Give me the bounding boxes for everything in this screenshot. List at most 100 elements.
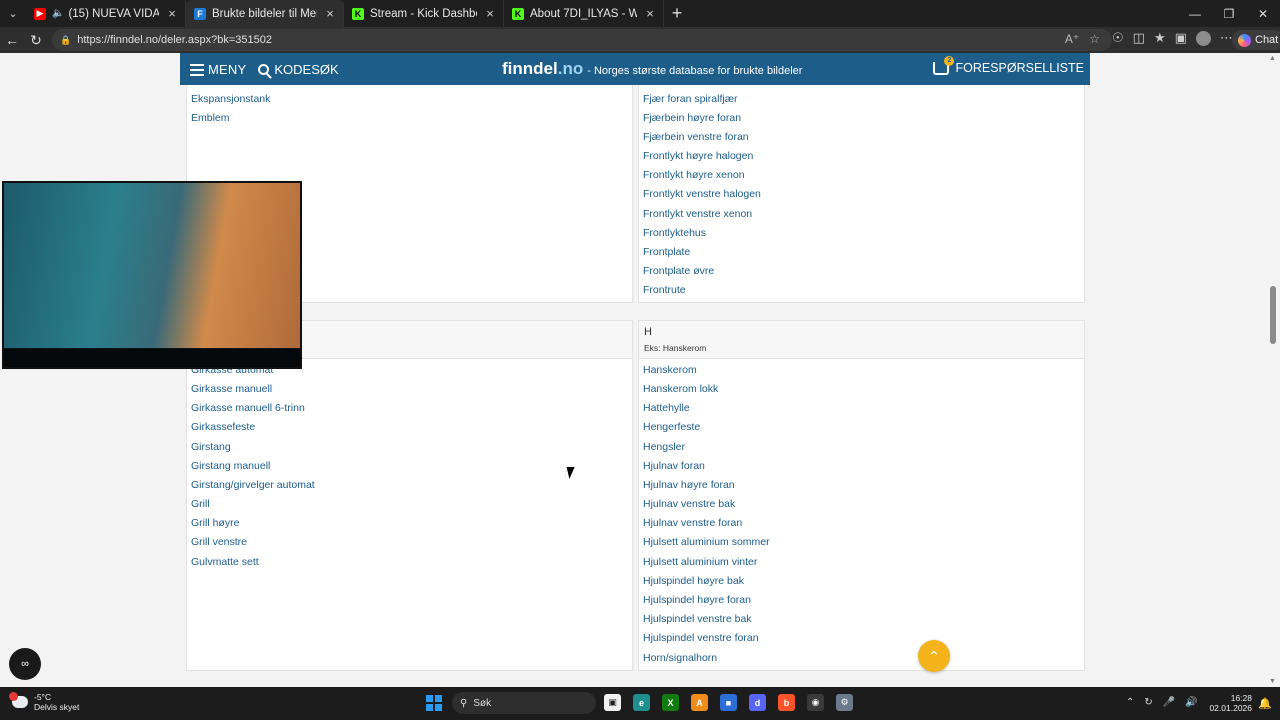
part-link[interactable]: Fjærbein venstre foran — [643, 131, 749, 143]
part-link[interactable]: Girstang — [191, 441, 231, 453]
part-link[interactable]: Frontrute — [643, 284, 686, 296]
youtube-icon: ▶ — [34, 7, 46, 20]
part-link[interactable]: Hjulspindel høyre bak — [643, 575, 744, 587]
read-aloud-icon[interactable]: A⁺ — [1065, 32, 1079, 46]
part-link[interactable]: Girstang/girvelger automat — [191, 479, 315, 491]
part-link[interactable]: Frontplate — [643, 246, 690, 258]
close-icon[interactable]: × — [483, 6, 497, 21]
more-menu-icon[interactable]: ⋯ — [1220, 30, 1233, 46]
part-link[interactable]: Frontplate øvre — [643, 265, 714, 277]
tray-sync-icon[interactable]: ↻ — [1144, 697, 1152, 708]
part-link[interactable]: Girstang manuell — [191, 460, 270, 472]
part-link[interactable]: Hjulsett aluminium sommer — [643, 536, 770, 548]
part-link[interactable]: Grill — [191, 498, 210, 510]
minimize-icon[interactable]: — — [1178, 0, 1212, 27]
store-icon[interactable]: ■ — [720, 694, 737, 711]
page-scrollbar[interactable]: ▲ ▼ — [1266, 53, 1280, 687]
part-link[interactable]: Frontlykt høyre xenon — [643, 169, 745, 181]
part-link[interactable]: Fjær foran spiralfjær — [643, 93, 738, 105]
part-link[interactable]: Hattehylle — [643, 402, 690, 414]
menu-button[interactable]: MENY — [190, 62, 246, 77]
lock-icon: 🔒 — [60, 34, 72, 45]
webcam-video — [4, 183, 300, 348]
favorites-icon[interactable]: ★ — [1154, 30, 1166, 46]
microphone-icon[interactable]: 🎤 — [1163, 697, 1175, 708]
part-link[interactable]: Hanskerom — [643, 364, 697, 376]
settings-gear-icon[interactable]: ⚙ — [836, 694, 853, 711]
obs-icon[interactable]: ◉ — [807, 694, 824, 711]
profile-avatar[interactable] — [1195, 30, 1211, 46]
part-link[interactable]: Grill venstre — [191, 536, 247, 548]
brave-icon[interactable]: b — [778, 694, 795, 711]
favorite-star-icon[interactable]: ☆ — [1089, 32, 1100, 46]
request-list-button[interactable]: 2 FORESPØRSELLISTE — [933, 55, 1084, 75]
refresh-icon[interactable]: ↻ — [24, 28, 48, 52]
tab-youtube[interactable]: ▶ 🔈 (15) NUEVA VIDA (Visualizer) × — [26, 0, 186, 27]
part-link[interactable]: Grill høyre — [191, 517, 239, 529]
part-link[interactable]: Frontlykt venstre xenon — [643, 208, 752, 220]
copilot-chat-button[interactable]: Chat — [1232, 30, 1280, 50]
part-link[interactable]: Hjulnav høyre foran — [643, 479, 735, 491]
part-link[interactable]: Hengsler — [643, 441, 685, 453]
part-link[interactable]: Hjulnav venstre foran — [643, 517, 742, 529]
part-link[interactable]: Frontlykt høyre halogen — [643, 150, 753, 162]
notification-bell-icon[interactable]: 🔔 — [1258, 697, 1272, 710]
part-link[interactable]: Hjulspindel venstre foran — [643, 632, 759, 644]
close-icon[interactable]: × — [165, 6, 179, 21]
close-icon[interactable]: × — [323, 6, 337, 21]
scroll-to-top-button[interactable]: ⌃ — [918, 640, 950, 672]
discord-icon[interactable]: d — [749, 694, 766, 711]
kick-icon: K — [352, 7, 364, 20]
close-icon[interactable]: × — [643, 6, 657, 21]
site-logo[interactable]: finndel.no - Norges største database for… — [502, 59, 802, 79]
part-link[interactable]: Hjulsett aluminium vinter — [643, 556, 757, 568]
part-link[interactable]: Girkassefeste — [191, 421, 255, 433]
part-link[interactable]: Hengerfeste — [643, 421, 700, 433]
collections-icon[interactable]: ▣ — [1175, 30, 1187, 46]
url-field[interactable]: 🔒 https://finndel.no/deler.aspx?bk=35150… — [52, 29, 1112, 51]
weather-widget[interactable]: -5°C Delvis skyet — [9, 692, 79, 712]
maximize-icon[interactable]: ❐ — [1212, 0, 1246, 27]
task-view-icon[interactable]: ▣ — [604, 694, 621, 711]
chat-widget-icon: ∞ — [21, 658, 29, 670]
start-icon[interactable] — [426, 695, 442, 711]
part-link[interactable]: Hanskerom lokk — [643, 383, 718, 395]
scroll-up-arrow-icon[interactable]: ▲ — [1269, 55, 1276, 62]
taskbar-search[interactable]: ⚲ Søk — [452, 692, 596, 714]
new-tab-icon[interactable]: + — [664, 3, 690, 24]
tab-kick-dashboard[interactable]: K Stream - Kick Dashboard × — [344, 0, 504, 27]
xbox-icon[interactable]: X — [662, 694, 679, 711]
volume-icon[interactable]: 🔊 — [1185, 697, 1197, 708]
part-link[interactable]: Hjulnav venstre bak — [643, 498, 735, 510]
tab-kick-about[interactable]: K About 7DI_ILYAS - Watch Live on K × — [504, 0, 664, 27]
speaker-icon[interactable]: 🔈 — [52, 8, 64, 19]
part-link[interactable]: Hjulspindel høyre foran — [643, 594, 751, 606]
part-link[interactable]: Emblem — [191, 112, 230, 124]
part-link[interactable]: Girkasse manuell 6-trinn — [191, 402, 305, 414]
tab-actions-menu-icon[interactable]: ⌄ — [0, 0, 26, 27]
close-window-icon[interactable]: ✕ — [1246, 0, 1280, 27]
extensions-icon[interactable]: ☉ — [1112, 30, 1124, 46]
scroll-down-arrow-icon[interactable]: ▼ — [1269, 678, 1276, 685]
part-link[interactable]: Ekspansjonstank — [191, 93, 270, 105]
scrollbar-thumb[interactable] — [1270, 286, 1276, 344]
taskbar-clock[interactable]: 16:28 02.01.2026 — [1209, 693, 1252, 713]
back-icon[interactable]: ← — [0, 28, 24, 52]
part-link[interactable]: Girkasse manuell — [191, 383, 272, 395]
windows-taskbar: -5°C Delvis skyet ⚲ Søk ▣ e X A ■ d b ◉ … — [0, 687, 1280, 720]
part-link[interactable]: Gulvmatte sett — [191, 556, 259, 568]
part-link[interactable]: Frontlykt venstre halogen — [643, 188, 761, 200]
edge-icon[interactable]: e — [633, 694, 650, 711]
part-link[interactable]: Hjulspindel venstre bak — [643, 613, 752, 625]
tab-finndel[interactable]: F Brukte bildeler til Mercedes C-Klas × — [186, 0, 344, 27]
app-a-icon[interactable]: A — [691, 694, 708, 711]
code-search-button[interactable]: KODESØK — [258, 62, 339, 77]
part-link[interactable]: Hjulnav foran — [643, 460, 705, 472]
part-link[interactable]: Horn/signalhorn — [643, 652, 717, 664]
part-link[interactable]: Frontlyktehus — [643, 227, 706, 239]
split-screen-icon[interactable]: ◫ — [1133, 30, 1145, 46]
tray-chevron-up-icon[interactable]: ⌃ — [1126, 697, 1134, 708]
part-link[interactable]: Fjærbein høyre foran — [643, 112, 741, 124]
chat-widget-button[interactable]: ∞ — [9, 648, 41, 680]
panel-letter: H — [644, 326, 652, 338]
